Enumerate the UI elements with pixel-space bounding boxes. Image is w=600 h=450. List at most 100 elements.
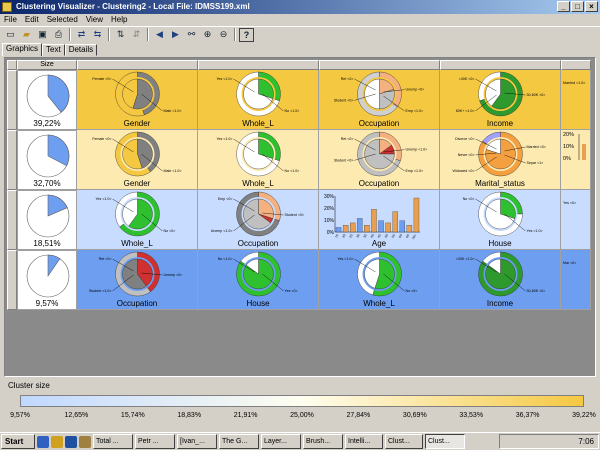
menu-view[interactable]: View — [86, 14, 103, 26]
swap-rows-icon[interactable]: ⇄ — [74, 28, 89, 42]
swap-cols-icon[interactable]: ⇆ — [90, 28, 105, 42]
menu-file[interactable]: File — [4, 14, 17, 26]
outlook-icon[interactable] — [51, 435, 63, 448]
attribute-cell[interactable]: No <0> Yes <1.0> House — [440, 190, 561, 250]
column-header[interactable] — [440, 60, 561, 70]
taskbar-button[interactable]: [Ivan_... — [177, 434, 217, 449]
menu-selected[interactable]: Selected — [47, 14, 78, 26]
column-header[interactable] — [319, 60, 440, 70]
attribute-cell[interactable]: Emp <0> Student <0> Unemp <1.0> Occupation — [198, 190, 319, 250]
attribute-cell[interactable]: <30K <1.0> 30-60K <0> Income — [440, 250, 561, 310]
zoom-in-icon[interactable]: ⊕ — [200, 28, 215, 42]
taskbar-button[interactable]: Petr ... — [135, 434, 175, 449]
cluster-size-cell[interactable]: 18,51% — [17, 190, 77, 250]
taskbar-button[interactable]: Clust... — [385, 434, 423, 449]
age-bar — [385, 222, 391, 233]
attribute-cell[interactable]: Ret <0> Unemp <0> Student <1.0> Occupation — [77, 250, 198, 310]
age-bar — [413, 197, 420, 233]
taskbar-button[interactable]: Clust... — [425, 434, 465, 449]
taskbar-button[interactable]: Total ... — [93, 434, 133, 449]
attribute-cell[interactable]: Yes <0> — [561, 190, 591, 250]
category-annotation: Student <0> — [334, 98, 354, 102]
cluster-grid[interactable]: Size 39,22% Female <0> Male <1.0> Gender Yes … — [4, 57, 596, 377]
menu-edit[interactable]: Edit — [25, 14, 39, 26]
row-header[interactable] — [7, 250, 17, 310]
age-bar — [406, 225, 413, 233]
help-icon[interactable]: ? — [239, 27, 254, 42]
cluster-size-cell[interactable]: 39,22% — [17, 70, 77, 130]
attribute-cell[interactable]: Yes <1.0> No <0> Whole_L — [319, 250, 440, 310]
tab-graphics[interactable]: Graphics — [2, 43, 43, 56]
category-annotation: No <1.0> — [285, 109, 300, 113]
sort-alt-icon[interactable]: ⇵ — [129, 28, 144, 42]
attribute-chart: Yes <1.0> No <0> — [95, 191, 175, 237]
tab-details[interactable]: Details — [64, 44, 98, 56]
attribute-cell[interactable]: Yes <1.0> No <1.0> Whole_L — [198, 130, 319, 190]
minimize-button[interactable]: _ — [557, 1, 570, 12]
category-annotation: Student <0> — [334, 158, 354, 162]
size-column-header[interactable]: Size — [17, 60, 77, 70]
attribute-name: Whole_L — [242, 119, 274, 128]
attribute-cell[interactable]: Yes <1.0> No <0> Whole_L — [77, 190, 198, 250]
zoom-out-icon[interactable]: ⊖ — [216, 28, 231, 42]
column-header[interactable] — [561, 60, 591, 70]
close-button[interactable]: × — [585, 1, 598, 12]
taskbar-button[interactable]: Layer... — [261, 434, 301, 449]
save-icon[interactable]: ▣ — [35, 28, 50, 42]
category-annotation: Yes <1.0> — [337, 257, 353, 261]
attribute-cell[interactable]: Mar <0> — [561, 250, 591, 310]
attribute-name: Whole_L — [363, 299, 395, 308]
attribute-cell[interactable]: No <1.0> Yes <0> House — [198, 250, 319, 310]
category-annotation: Unemp <1.0> — [211, 229, 233, 233]
attribute-cell[interactable]: Ret <0> Unemp <0> Student <0> Emp <1.0> Occu… — [319, 70, 440, 130]
view-tabs: Graphics Text Details — [2, 43, 98, 56]
sort-icon[interactable]: ⇅ — [113, 28, 128, 42]
maximize-button[interactable]: □ — [571, 1, 584, 12]
age-bar — [399, 220, 405, 233]
ie-icon[interactable] — [37, 435, 49, 448]
column-header[interactable] — [77, 60, 198, 70]
attribute-cell[interactable]: 30% 20% 10% 0% 15 20 25 30 35 40 45 50 55 60 65 70+ Age — [319, 190, 440, 250]
attribute-cell[interactable]: 20% 10% 0% — [561, 130, 591, 190]
attribute-cell[interactable]: <30K <0> 30-60K <0> 60K+ <1.0> Income — [440, 70, 561, 130]
desktop-icon[interactable] — [65, 435, 77, 448]
new-icon[interactable]: ▭ — [3, 28, 18, 42]
attribute-cell[interactable]: Divorce <0> Married <0> Never <0> Separ <1>… — [440, 130, 561, 190]
tab-text[interactable]: Text — [42, 44, 65, 56]
right-arrow-icon[interactable]: ▶ — [168, 28, 183, 42]
menu-help[interactable]: Help — [111, 14, 127, 26]
category-annotation: Married <0> — [527, 145, 546, 149]
column-header[interactable] — [198, 60, 319, 70]
start-button[interactable]: Start — [1, 434, 35, 449]
y-tick-label: 0% — [327, 230, 335, 236]
attribute-cell[interactable]: Female <0> Male <1.0> Gender — [77, 70, 198, 130]
x-tick-label: 65 — [405, 233, 410, 238]
x-tick-label: 25 — [348, 233, 353, 238]
binoculars-icon[interactable]: ⚯ — [184, 28, 199, 42]
open-icon[interactable]: ▰ — [19, 28, 34, 42]
cluster-size-cell[interactable]: 32,70% — [17, 130, 77, 190]
attribute-cell[interactable]: Female <0> Male <1.0> Gender — [77, 130, 198, 190]
left-arrow-icon[interactable]: ◀ — [152, 28, 167, 42]
explorer-icon[interactable] — [79, 435, 91, 448]
cluster-size-cell[interactable]: 9,57% — [17, 250, 77, 310]
y-tick-label: 10% — [563, 144, 574, 150]
age-bar — [392, 211, 398, 233]
age-bar — [364, 225, 370, 233]
attribute-cell[interactable]: Yes <1.0> No <1.0> Whole_L — [198, 70, 319, 130]
attribute-chart: Yes <1.0> No <0> — [337, 251, 417, 297]
attribute-cell[interactable]: Ret <0> Unemp <1.0> Student <0> Emp <1.0> Oc… — [319, 130, 440, 190]
row-header[interactable] — [7, 70, 17, 130]
attribute-name: Whole_L — [242, 179, 274, 188]
x-tick-label: 50 — [384, 233, 389, 238]
title-bar[interactable]: Clustering Visualizer - Clustering2 - Lo… — [0, 0, 600, 14]
age-bar — [350, 222, 356, 233]
row-header[interactable] — [7, 190, 17, 250]
print-icon[interactable]: ⎙ — [51, 28, 66, 42]
attribute-cell[interactable]: Married <1.0> — [561, 70, 591, 130]
attribute-chart: No <1.0> Yes <0> — [218, 251, 298, 297]
row-header[interactable] — [7, 130, 17, 190]
taskbar-button[interactable]: Brush... — [303, 434, 343, 449]
taskbar-button[interactable]: The G... — [219, 434, 259, 449]
taskbar-button[interactable]: Intelli... — [345, 434, 383, 449]
